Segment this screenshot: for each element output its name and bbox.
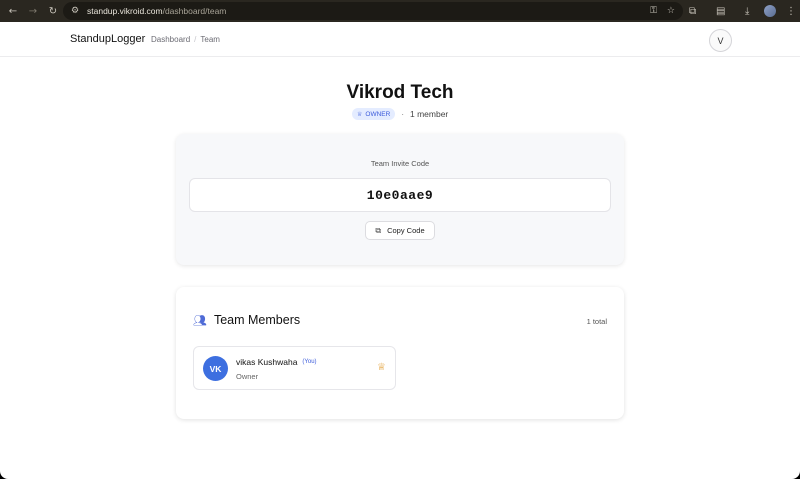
separator-dot: · xyxy=(401,109,404,119)
members-total: 1 total xyxy=(586,317,607,326)
users-icon: 👥︎ xyxy=(193,313,207,327)
profile-avatar-icon[interactable] xyxy=(764,0,776,22)
copy-icon: ⧉ xyxy=(375,225,382,235)
you-tag: (You) xyxy=(302,359,317,365)
member-role: Owner xyxy=(236,372,259,381)
reading-mode-icon[interactable]: ▤ xyxy=(716,0,725,22)
breadcrumb-dashboard[interactable]: Dashboard xyxy=(151,35,190,44)
member-count: 1 member xyxy=(409,109,449,119)
download-icon[interactable]: ⤓ xyxy=(745,0,749,22)
member-name-row: vikas Kushwaha (You) xyxy=(236,357,317,367)
invite-code-card: Team Invite Code 10e0aae9 ⧉ Copy Code xyxy=(176,134,624,265)
key-icon[interactable]: ⚿ xyxy=(650,6,657,16)
site-info-icon[interactable]: ⚙ xyxy=(69,5,81,17)
invite-code-box: 10e0aae9 xyxy=(189,178,611,212)
browser-toolbar: ← → ↻ ⚙ standup.vikroid.com/dashboard/te… xyxy=(0,0,800,22)
menu-kebab-icon[interactable]: ⋮ xyxy=(786,0,796,22)
crown-icon: ♕ xyxy=(357,110,363,118)
role-badge: ♕ OWNER xyxy=(352,108,396,120)
invite-code-label: Team Invite Code xyxy=(370,159,430,168)
member-list-item[interactable]: VK vikas Kushwaha (You) Owner ♕ xyxy=(193,346,396,390)
omnibox-actions: ⚿ ☆ xyxy=(650,2,675,20)
team-members-card: 👥︎ Team Members 1 total VK vikas Kushwah… xyxy=(176,287,624,419)
team-meta: ♕ OWNER · 1 member xyxy=(352,108,448,120)
breadcrumb-separator: / xyxy=(194,35,197,44)
breadcrumb-team[interactable]: Team xyxy=(200,35,220,44)
members-title: Team Members xyxy=(213,313,301,327)
url-host: standup.vikroid.com xyxy=(87,6,163,16)
member-name: vikas Kushwaha xyxy=(236,357,298,367)
user-avatar-button[interactable]: V xyxy=(709,29,732,52)
role-badge-label: OWNER xyxy=(365,110,391,118)
members-header: 👥︎ Team Members xyxy=(193,313,300,327)
invite-code: 10e0aae9 xyxy=(366,187,434,203)
extensions-icon[interactable]: ⧉ xyxy=(689,0,696,22)
owner-crown-icon: ♕ xyxy=(377,362,386,373)
brand-logo[interactable]: StandupLogger xyxy=(70,33,145,45)
url-text: standup.vikroid.com/dashboard/team xyxy=(87,6,226,16)
member-avatar: VK xyxy=(203,356,228,381)
page-title: Vikrod Tech xyxy=(346,82,454,103)
bookmark-star-icon[interactable]: ☆ xyxy=(667,6,675,16)
forward-arrow-icon[interactable]: → xyxy=(24,2,42,20)
copy-code-label: Copy Code xyxy=(387,226,425,235)
reload-icon[interactable]: ↻ xyxy=(44,2,62,20)
address-bar[interactable]: ⚙ standup.vikroid.com/dashboard/team ⚿ ☆ xyxy=(63,2,683,20)
breadcrumb: Dashboard / Team xyxy=(151,35,220,44)
page: StandupLogger Dashboard / Team V Vikrod … xyxy=(0,22,800,479)
browser-nav: ← → ↻ xyxy=(4,2,62,20)
back-arrow-icon[interactable]: ← xyxy=(4,2,22,20)
top-navigation: StandupLogger Dashboard / Team V xyxy=(0,22,800,57)
copy-code-button[interactable]: ⧉ Copy Code xyxy=(365,221,435,240)
profile-avatar[interactable] xyxy=(764,5,776,17)
url-path: /dashboard/team xyxy=(162,6,227,16)
